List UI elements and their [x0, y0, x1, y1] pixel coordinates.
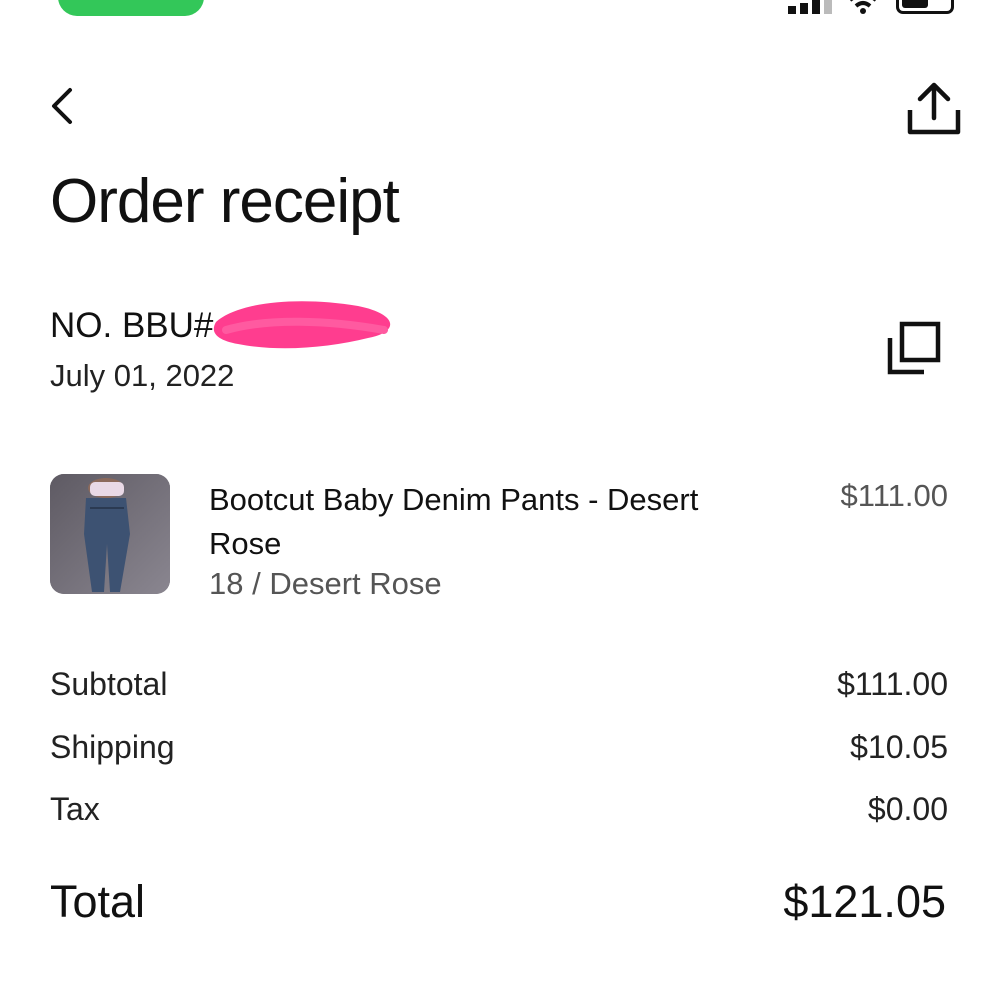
shipping-label: Shipping — [50, 729, 175, 765]
order-number: NO. BBU# — [50, 306, 214, 345]
product-name: Bootcut Baby Denim Pants - Desert Rose — [209, 482, 699, 561]
chevron-left-icon[interactable] — [44, 84, 84, 128]
copy-icon[interactable] — [884, 320, 942, 378]
total-value: $121.05 — [783, 876, 946, 927]
product-image[interactable] — [50, 474, 170, 594]
signal-icon — [788, 0, 832, 14]
status-pill — [58, 0, 204, 16]
redaction-mark — [213, 301, 391, 349]
subtotal-label: Subtotal — [50, 666, 168, 702]
wifi-icon — [850, 0, 876, 14]
tax-label: Tax — [50, 791, 100, 827]
tax-value: $0.00 — [867, 791, 948, 827]
order-date: July 01, 2022 — [50, 358, 235, 393]
page-title: Order receipt — [50, 167, 400, 236]
product-price: $111.00 — [840, 478, 948, 513]
total-label: Total — [50, 876, 146, 927]
subtotal-value: $111.00 — [837, 666, 948, 702]
battery-icon — [896, 0, 954, 14]
product-variant: 18 / Desert Rose — [209, 566, 442, 601]
shipping-value: $10.05 — [850, 729, 948, 765]
product-photo — [50, 474, 170, 594]
share-icon[interactable] — [904, 80, 964, 138]
